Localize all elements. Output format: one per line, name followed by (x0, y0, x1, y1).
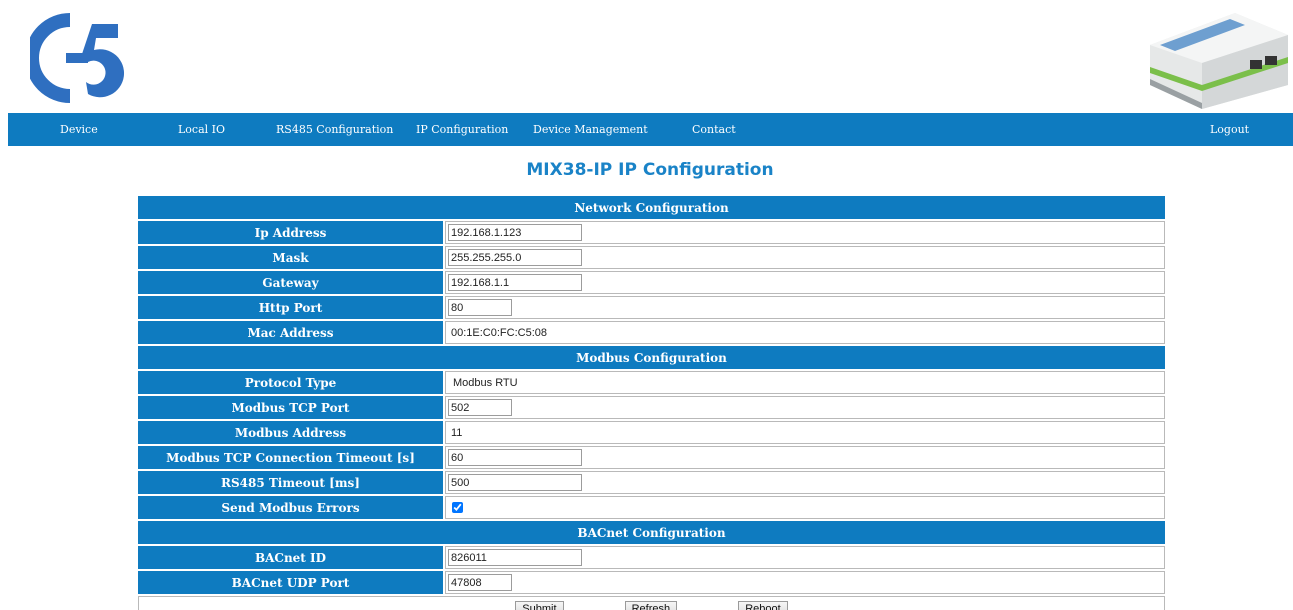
table-row: Mac Address 00:1E:C0:FC:C5:08 (138, 321, 1165, 344)
table-row: Modbus TCP Port (138, 396, 1165, 419)
modbus-tcp-port-label: Modbus TCP Port (138, 396, 443, 419)
bacnet-udp-port-label: BACnet UDP Port (138, 571, 443, 594)
gateway-label: Gateway (138, 271, 443, 294)
button-row: Submit Refresh Reboot (138, 596, 1165, 610)
modbus-tcp-connection-timeout-label: Modbus TCP Connection Timeout [s] (138, 446, 443, 469)
nav-logout[interactable]: Logout (1210, 113, 1249, 146)
din-rail-device-icon (1150, 13, 1288, 109)
send-modbus-errors-label: Send Modbus Errors (138, 496, 443, 519)
nav-contact[interactable]: Contact (692, 113, 736, 146)
bacnet-section-header: BACnet Configuration (138, 521, 1165, 544)
nav-device-management[interactable]: Device Management (533, 113, 648, 146)
g5-logo-icon (30, 13, 125, 103)
table-row: Http Port (138, 296, 1165, 319)
table-row: Modbus TCP Connection Timeout [s] (138, 446, 1165, 469)
table-row: Protocol Type Modbus RTU (138, 371, 1165, 394)
table-row: Modbus Address 11 (138, 421, 1165, 444)
nav-ip-configuration[interactable]: IP Configuration (416, 113, 508, 146)
table-row: BACnet ID (138, 546, 1165, 569)
table-row: RS485 Timeout [ms] (138, 471, 1165, 494)
modbus-address-label: Modbus Address (138, 421, 443, 444)
protocol-type-value: Modbus RTU (453, 376, 518, 389)
network-section-header: Network Configuration (138, 196, 1165, 219)
bacnet-id-label: BACnet ID (138, 546, 443, 569)
nav-rs485-configuration[interactable]: RS485 Configuration (276, 113, 393, 146)
ip-config-table: Network Configuration Ip Address Mask Ga… (136, 194, 1167, 610)
gateway-input[interactable] (448, 274, 582, 291)
ip-address-input[interactable] (448, 224, 582, 241)
send-modbus-errors-checkbox[interactable] (452, 502, 463, 514)
rs485-timeout-input[interactable] (448, 474, 582, 491)
ip-address-label: Ip Address (138, 221, 443, 244)
mask-label: Mask (138, 246, 443, 269)
refresh-button[interactable]: Refresh (624, 601, 678, 610)
modbus-section-header: Modbus Configuration (138, 346, 1165, 369)
modbus-tcp-port-input[interactable] (448, 399, 512, 416)
mac-address-label: Mac Address (138, 321, 443, 344)
main-navbar: Device Local IO RS485 Configuration IP C… (8, 113, 1293, 146)
modbus-address-value: 11 (451, 426, 463, 439)
page-title: MIX38-IP IP Configuration (526, 160, 774, 180)
mask-input[interactable] (448, 249, 582, 266)
table-row: Mask (138, 246, 1165, 269)
table-row: Send Modbus Errors (138, 496, 1165, 519)
http-port-input[interactable] (448, 299, 512, 316)
table-row: Gateway (138, 271, 1165, 294)
bacnet-udp-port-input[interactable] (448, 574, 512, 591)
submit-button[interactable]: Submit (515, 601, 564, 610)
rs485-timeout-label: RS485 Timeout [ms] (138, 471, 443, 494)
nav-local-io[interactable]: Local IO (178, 113, 225, 146)
protocol-type-label: Protocol Type (138, 371, 443, 394)
table-row: BACnet UDP Port (138, 571, 1165, 594)
nav-device[interactable]: Device (60, 113, 98, 146)
http-port-label: Http Port (138, 296, 443, 319)
table-row: Ip Address (138, 221, 1165, 244)
bacnet-id-input[interactable] (448, 549, 582, 566)
modbus-tcp-connection-timeout-input[interactable] (448, 449, 582, 466)
reboot-button[interactable]: Reboot (738, 601, 788, 610)
header (0, 0, 1293, 113)
mac-address-value: 00:1E:C0:FC:C5:08 (451, 326, 547, 339)
